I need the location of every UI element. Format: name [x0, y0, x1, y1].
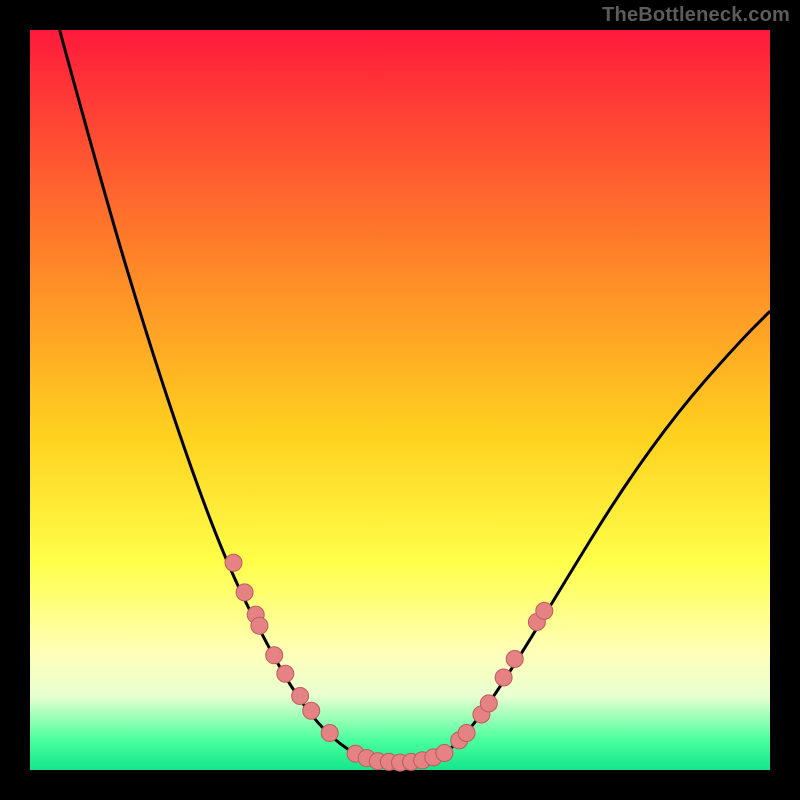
- scatter-dot: [458, 725, 475, 742]
- scatter-dot: [266, 647, 283, 664]
- watermark-text: TheBottleneck.com: [602, 4, 790, 27]
- gradient-plot-area: [30, 30, 770, 770]
- scatter-dot: [225, 554, 242, 571]
- scatter-dot: [436, 744, 453, 761]
- bottleneck-chart: [0, 0, 800, 800]
- scatter-dot: [480, 695, 497, 712]
- scatter-dot: [303, 702, 320, 719]
- scatter-dot: [236, 584, 253, 601]
- scatter-dot: [506, 651, 523, 668]
- scatter-dot: [321, 725, 338, 742]
- scatter-dot: [251, 617, 268, 634]
- chart-frame: TheBottleneck.com: [0, 0, 800, 800]
- scatter-dot: [495, 669, 512, 686]
- scatter-dot: [277, 665, 294, 682]
- scatter-dot: [536, 602, 553, 619]
- scatter-dot: [292, 688, 309, 705]
